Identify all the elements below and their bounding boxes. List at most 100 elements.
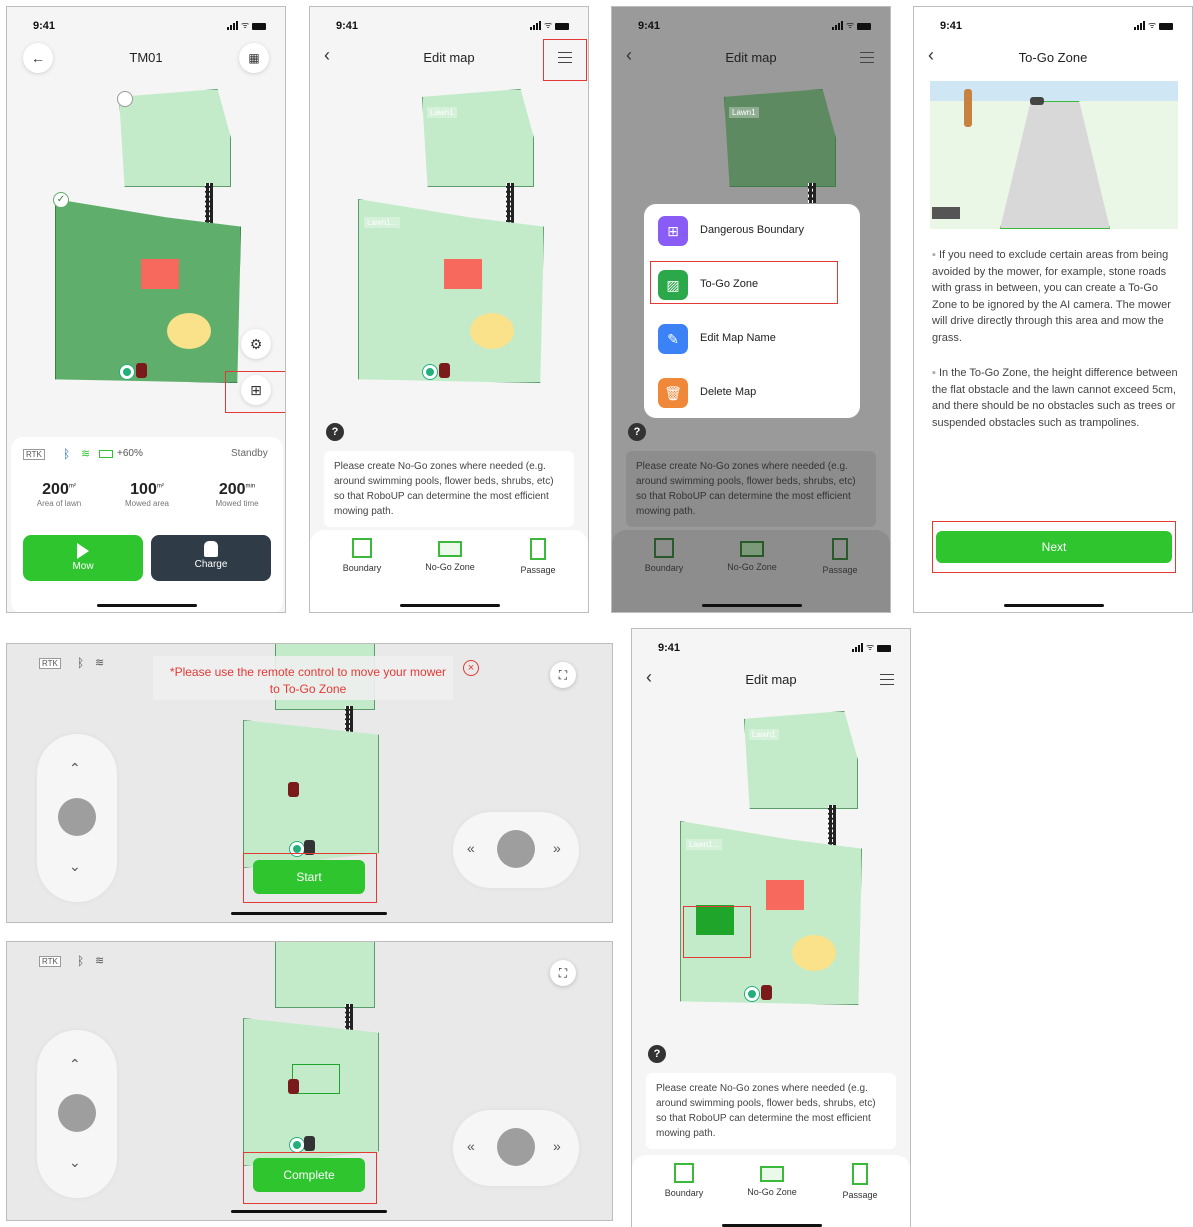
grid-icon[interactable]: ▦ xyxy=(239,43,269,73)
no-go-zone-rect[interactable] xyxy=(141,259,179,289)
horizontal-joystick[interactable]: « » xyxy=(453,812,579,888)
tool-no-go-zone[interactable]: No-Go Zone xyxy=(410,538,490,572)
page-title: Edit map xyxy=(725,50,777,65)
stat-mowed-time: 200min Mowed time xyxy=(215,481,259,508)
screen-edit-map-menu: 9:41 ᯤ ‹ Edit map Lawn1 ⊞ Dangerous Boun… xyxy=(611,6,891,613)
bullet-2: ▪ In the To-Go Zone, the height differen… xyxy=(932,367,1178,429)
no-go-zone-icon xyxy=(438,541,462,557)
highlight-box xyxy=(650,261,838,304)
status-icons: ᯤ xyxy=(852,643,892,652)
menu-icon[interactable] xyxy=(860,52,874,63)
tool-passage[interactable]: Passage xyxy=(498,538,578,575)
page-title: Edit map xyxy=(745,672,797,687)
hint-card: Please create No-Go zones where needed (… xyxy=(324,451,574,527)
no-go-zone-oval[interactable] xyxy=(167,313,211,349)
tool-bar: Boundary No-Go Zone Passage xyxy=(310,530,588,612)
lawn-tag: Lawn1... xyxy=(364,217,401,228)
path-road xyxy=(506,183,514,225)
map-settings-icon[interactable]: ⚙ xyxy=(241,329,271,359)
passage-icon xyxy=(852,1163,868,1185)
lawn-upper[interactable] xyxy=(422,89,534,187)
menu-item-delete-map[interactable]: 🗑 Delete Map xyxy=(658,376,848,410)
path-road xyxy=(205,183,213,225)
page-title: To-Go Zone xyxy=(1018,50,1088,65)
mower-icon xyxy=(136,363,147,378)
joystick-knob[interactable] xyxy=(497,1128,535,1166)
help-icon[interactable]: ? xyxy=(326,423,344,441)
tool-passage[interactable]: Passage xyxy=(820,1163,900,1200)
no-go-zone-rect[interactable] xyxy=(444,259,482,289)
lawn-upper[interactable] xyxy=(119,89,231,187)
wifi-icon: ≋ xyxy=(81,448,91,460)
tool-no-go-zone[interactable]: No-Go Zone xyxy=(732,1163,812,1197)
status-icons: ᯤ xyxy=(832,21,872,30)
lawn-tag: Lawn1 xyxy=(749,729,779,740)
dropdown-menu: ⊞ Dangerous Boundary ▨ To-Go Zone ✎ Edit… xyxy=(644,204,860,418)
right-chevron-icon: » xyxy=(553,1138,561,1154)
horizontal-joystick[interactable]: « » xyxy=(453,1110,579,1186)
joystick-knob[interactable] xyxy=(497,830,535,868)
status-time: 9:41 xyxy=(336,20,359,32)
vertical-joystick[interactable]: ⌃ ⌄ xyxy=(37,734,117,902)
menu-icon[interactable] xyxy=(880,674,894,685)
tool-boundary[interactable]: Boundary xyxy=(624,538,704,573)
status-icons: ᯤ xyxy=(530,21,570,30)
mower-icon xyxy=(288,1079,299,1094)
menu-item-dangerous-boundary[interactable]: ⊞ Dangerous Boundary xyxy=(658,214,848,248)
location-pin-icon xyxy=(290,1138,304,1152)
vertical-joystick[interactable]: ⌃ ⌄ xyxy=(37,1030,117,1198)
screen-to-go-zone: 9:41 ᯤ ‹ To-Go Zone ▪ If you need to exc… xyxy=(913,6,1193,613)
tool-boundary[interactable]: Boundary xyxy=(322,538,402,573)
mower-icon xyxy=(304,1136,315,1151)
hint-card: Please create No-Go zones where needed (… xyxy=(646,1073,896,1149)
tool-passage[interactable]: Passage xyxy=(800,538,880,575)
wifi-icon: ≋ xyxy=(95,955,105,967)
lawn-tag: Lawn1... xyxy=(686,839,723,850)
to-go-zone-outline[interactable] xyxy=(292,1064,340,1094)
highlight-box xyxy=(225,371,285,413)
rtk-badge: RTK xyxy=(39,956,61,967)
status-text: Standby xyxy=(231,448,268,459)
stat-area: 200m² Area of lawn xyxy=(36,481,82,508)
screen-home: 9:41 ᯤ ← TM01 ▦ ✓ ⚙ ⊞ RTK ᛒ ≋ +60% Stand… xyxy=(6,6,286,613)
plus-square-icon: ⊞ xyxy=(658,216,688,246)
joystick-knob[interactable] xyxy=(58,1094,96,1132)
boundary-icon xyxy=(654,538,674,558)
lawn-main[interactable] xyxy=(55,199,241,383)
charge-button[interactable]: Charge xyxy=(151,535,271,581)
lawn-upper[interactable] xyxy=(744,711,858,809)
checkbox-icon[interactable] xyxy=(117,91,133,107)
mower-icon xyxy=(288,782,299,797)
no-go-zone-oval[interactable] xyxy=(470,313,514,349)
tool-bar: Boundary No-Go Zone Passage xyxy=(632,1155,910,1227)
bluetooth-icon: ᛒ xyxy=(63,447,71,461)
mow-button[interactable]: Mow xyxy=(23,535,143,581)
highlight-box xyxy=(243,853,377,903)
tool-boundary[interactable]: Boundary xyxy=(644,1163,724,1198)
charging-station-figure xyxy=(932,207,960,219)
highlight-box xyxy=(932,521,1176,573)
edit-icon: ✎ xyxy=(658,324,688,354)
screen-edit-map: 9:41 ᯤ ‹ Edit map Lawn1 Lawn1... ? Pleas… xyxy=(309,6,589,613)
no-go-zone-oval[interactable] xyxy=(792,935,836,971)
location-pin-icon xyxy=(120,365,134,379)
status-time: 9:41 xyxy=(638,20,661,32)
rtk-badge: RTK xyxy=(39,658,61,669)
home-indicator xyxy=(400,604,500,607)
lawn-tag: Lawn1 xyxy=(729,107,759,118)
no-go-zone-icon xyxy=(740,541,764,557)
location-pin-icon xyxy=(423,365,437,379)
help-icon[interactable]: ? xyxy=(628,423,646,441)
help-icon[interactable]: ? xyxy=(648,1045,666,1063)
fullscreen-icon[interactable]: ⛶ xyxy=(550,960,576,986)
close-icon[interactable]: × xyxy=(463,660,479,676)
check-icon[interactable]: ✓ xyxy=(53,192,69,208)
menu-item-edit-map-name[interactable]: ✎ Edit Map Name xyxy=(658,322,848,356)
tool-no-go-zone[interactable]: No-Go Zone xyxy=(712,538,792,572)
joystick-knob[interactable] xyxy=(58,798,96,836)
down-chevron-icon: ⌄ xyxy=(69,858,81,874)
bluetooth-icon: ᛒ xyxy=(77,656,85,670)
no-go-zone-rect[interactable] xyxy=(766,880,804,910)
person-figure xyxy=(964,89,972,127)
fullscreen-icon[interactable]: ⛶ xyxy=(550,662,576,688)
